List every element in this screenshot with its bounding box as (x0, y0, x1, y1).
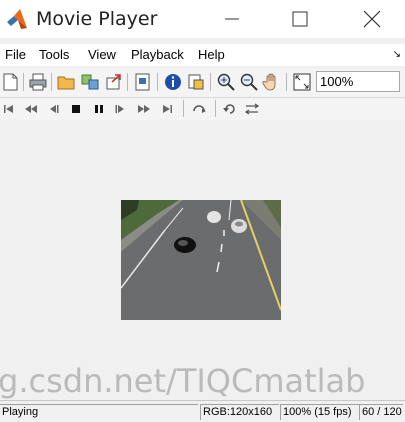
zoom-in-icon[interactable] (216, 72, 236, 92)
status-info: RGB:120x160 (200, 404, 279, 420)
menu-bar: File Tools View Playback Help ↘ (0, 44, 405, 66)
toolbar-separator (183, 100, 184, 117)
main-toolbar: 100% (0, 69, 405, 98)
maximize-button[interactable] (280, 4, 320, 34)
step-forward-icon[interactable] (113, 101, 129, 117)
menu-view[interactable]: View (88, 47, 116, 62)
title-bar: Movie Player (0, 0, 405, 38)
menu-help[interactable]: Help (198, 47, 225, 62)
zoom-level-field[interactable]: 100% (316, 71, 400, 92)
stop-icon[interactable] (68, 101, 84, 117)
pan-icon[interactable] (262, 72, 282, 92)
matlab-logo-icon (7, 9, 27, 29)
info-icon[interactable] (163, 72, 183, 92)
jump-to-end-icon[interactable] (159, 101, 175, 117)
menu-overflow-icon[interactable]: ↘ (393, 49, 401, 60)
status-frame-rate: 100% (15 fps) (280, 404, 359, 420)
fit-window-icon[interactable] (292, 72, 312, 92)
window-title: Movie Player (36, 8, 158, 30)
menu-file[interactable]: File (5, 47, 26, 62)
pause-icon[interactable] (91, 101, 107, 117)
close-icon (363, 10, 381, 28)
toolbar-separator (51, 73, 52, 91)
maximize-icon (292, 11, 308, 27)
toolbar-separator (210, 73, 211, 91)
playback-toolbar (0, 98, 405, 120)
export-icon[interactable] (104, 72, 124, 92)
watermark-text: g.csdn.net/TIQCmatlab (0, 362, 366, 400)
status-state: Playing (0, 404, 198, 420)
menu-tools[interactable]: Tools (39, 47, 69, 62)
toolbar-separator (23, 73, 24, 91)
minimize-button[interactable] (212, 4, 252, 34)
autoreverse-icon[interactable] (222, 101, 238, 117)
toolbar-separator (157, 73, 158, 91)
toolbar-separator (127, 73, 128, 91)
open-icon[interactable] (56, 72, 76, 92)
rewind-icon[interactable] (23, 101, 39, 117)
minimize-icon (225, 18, 239, 20)
status-bar: Playing RGB:120x160 100% (15 fps) 60 / 1… (0, 400, 405, 422)
step-back-icon[interactable] (45, 101, 61, 117)
menu-playback[interactable]: Playback (131, 47, 184, 62)
jump-to-start-icon[interactable] (1, 101, 17, 117)
toolbar-separator (215, 100, 216, 117)
fast-forward-icon[interactable] (136, 101, 152, 117)
close-button[interactable] (352, 4, 392, 34)
zoom-out-icon[interactable] (239, 72, 259, 92)
print-icon[interactable] (28, 72, 48, 92)
snapshot-icon[interactable] (133, 72, 153, 92)
video-frame (121, 200, 281, 320)
new-icon[interactable] (0, 72, 20, 92)
connect-icon[interactable] (80, 72, 100, 92)
loop-icon[interactable] (191, 101, 207, 117)
toolbar-separator (286, 73, 287, 91)
color-map-icon[interactable] (186, 72, 206, 92)
swap-icon[interactable] (244, 101, 260, 117)
status-frame-count: 60 / 120 (359, 404, 403, 420)
